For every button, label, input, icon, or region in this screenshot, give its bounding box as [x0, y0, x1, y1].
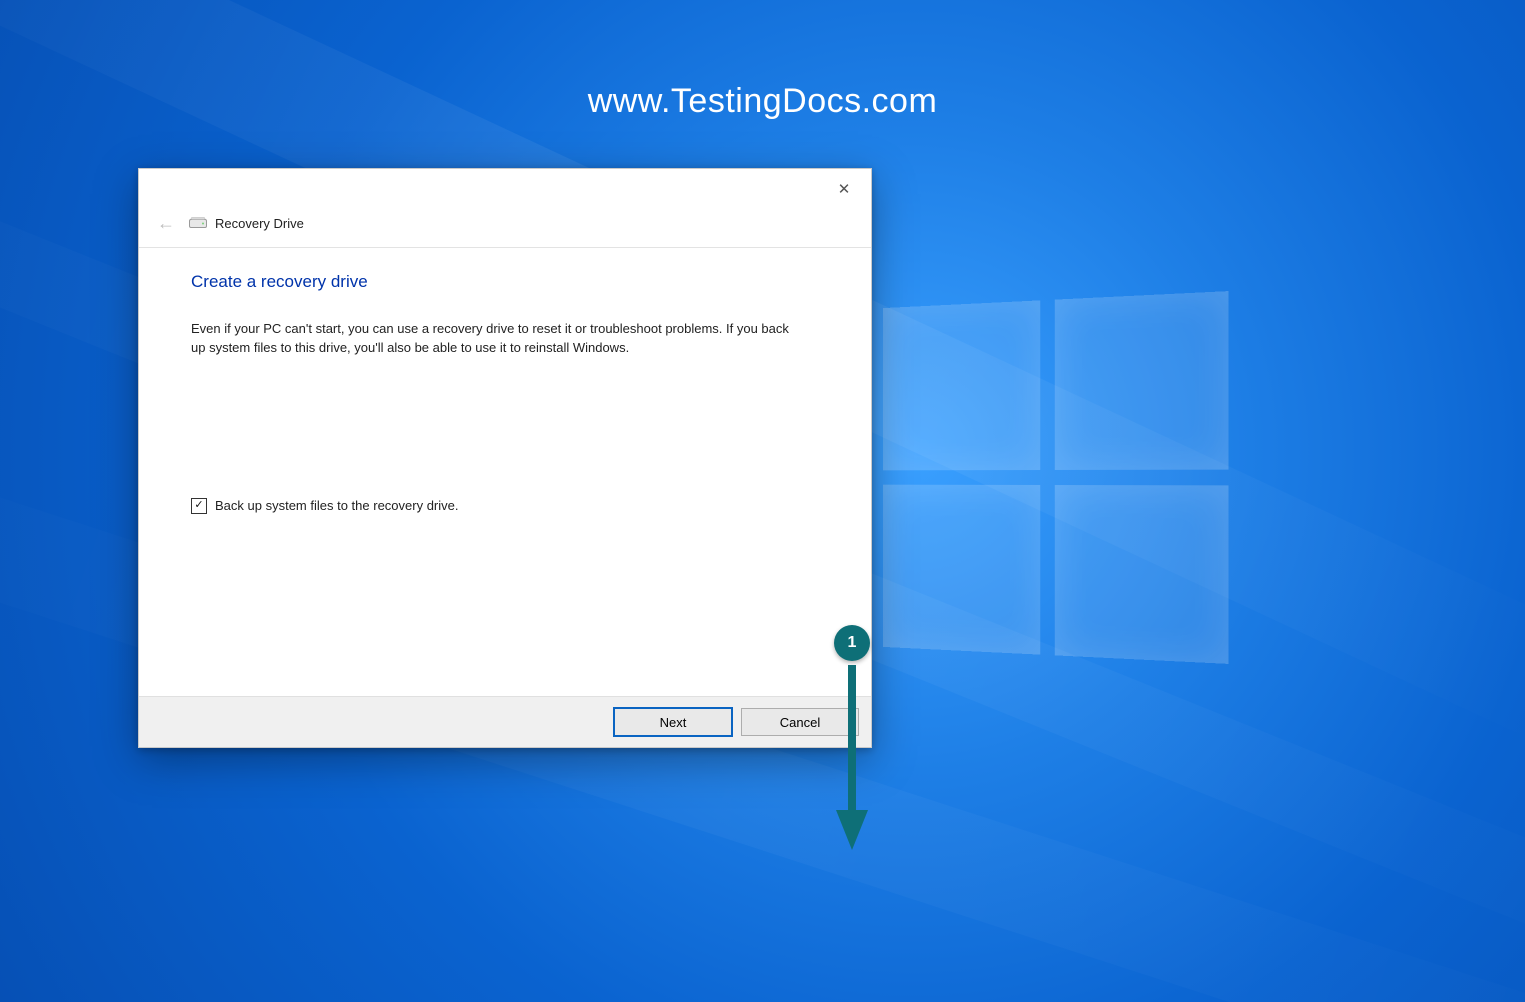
window-title: Recovery Drive	[215, 216, 304, 231]
backup-checkbox[interactable]: ✓	[191, 498, 207, 514]
close-icon[interactable]: ✕	[821, 173, 867, 205]
next-button[interactable]: Next	[613, 707, 733, 737]
desktop-background: www.TestingDocs.com ✕ ← Recovery Drive C…	[0, 0, 1525, 1002]
drive-icon	[189, 217, 207, 229]
dialog-header: ← Recovery Drive	[139, 209, 871, 248]
watermark-text: www.TestingDocs.com	[0, 82, 1525, 121]
back-arrow-icon: ←	[155, 211, 183, 236]
titlebar[interactable]: ✕	[139, 169, 871, 209]
backup-checkbox-label: Back up system files to the recovery dri…	[215, 498, 458, 513]
windows-logo	[883, 291, 1228, 664]
page-description: Even if your PC can't start, you can use…	[191, 320, 801, 358]
annotation-badge-1: 1	[834, 625, 870, 661]
dialog-content: Create a recovery drive Even if your PC …	[139, 248, 871, 696]
annotation-arrow-icon	[832, 665, 872, 855]
dialog-footer: Next Cancel	[139, 696, 871, 747]
page-heading: Create a recovery drive	[191, 272, 819, 292]
backup-checkbox-row[interactable]: ✓ Back up system files to the recovery d…	[191, 498, 819, 514]
recovery-drive-dialog: ✕ ← Recovery Drive Create a recovery dri…	[138, 168, 872, 748]
